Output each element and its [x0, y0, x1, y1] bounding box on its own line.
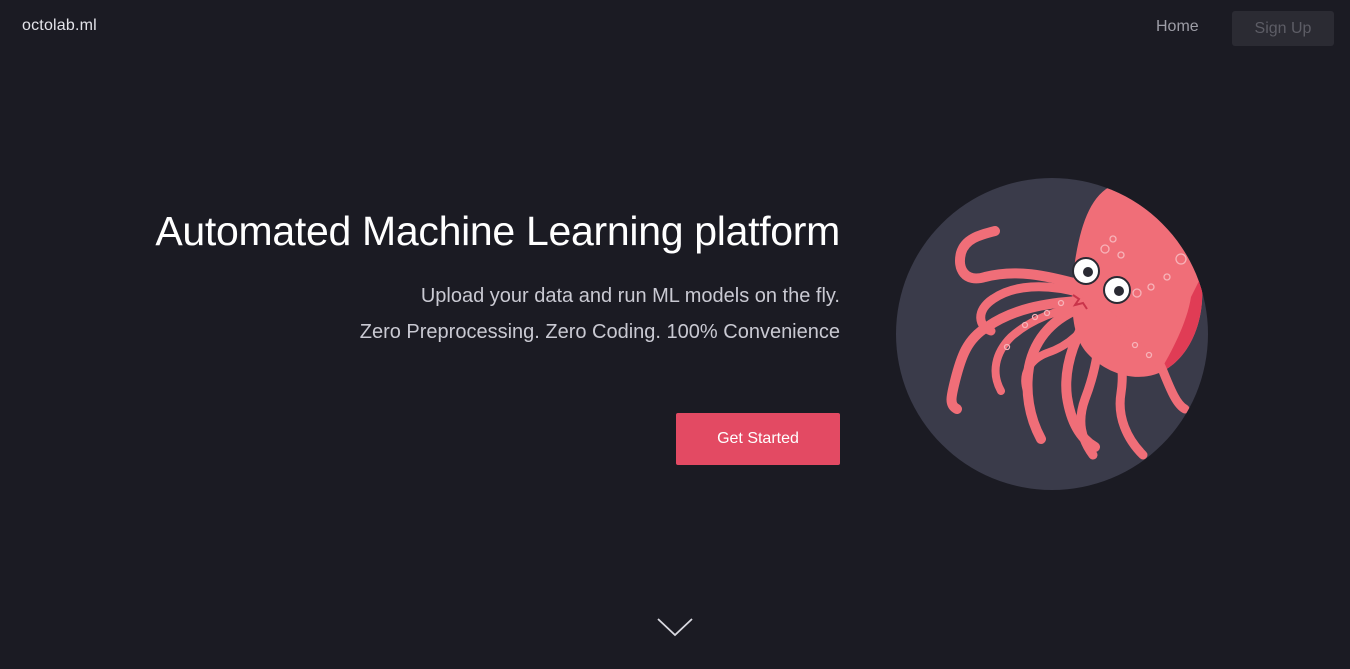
hero-subtitle-line2: Zero Preprocessing. Zero Coding. 100% Co… — [359, 321, 840, 343]
get-started-button[interactable]: Get Started — [676, 413, 840, 465]
brand-logo-link[interactable]: octolab.ml — [22, 17, 97, 35]
hero-title: Automated Machine Learning platform — [155, 208, 840, 254]
hero-subtitle-line1: Upload your data and run ML models on th… — [420, 285, 840, 307]
nav-home-link[interactable]: Home — [1156, 18, 1199, 36]
landing-page: octolab.ml Home Sign Up Automated Machin… — [0, 0, 1350, 669]
signup-button[interactable]: Sign Up — [1232, 11, 1334, 46]
octopus-illustration — [896, 178, 1208, 490]
chevron-down-icon[interactable] — [656, 615, 694, 639]
